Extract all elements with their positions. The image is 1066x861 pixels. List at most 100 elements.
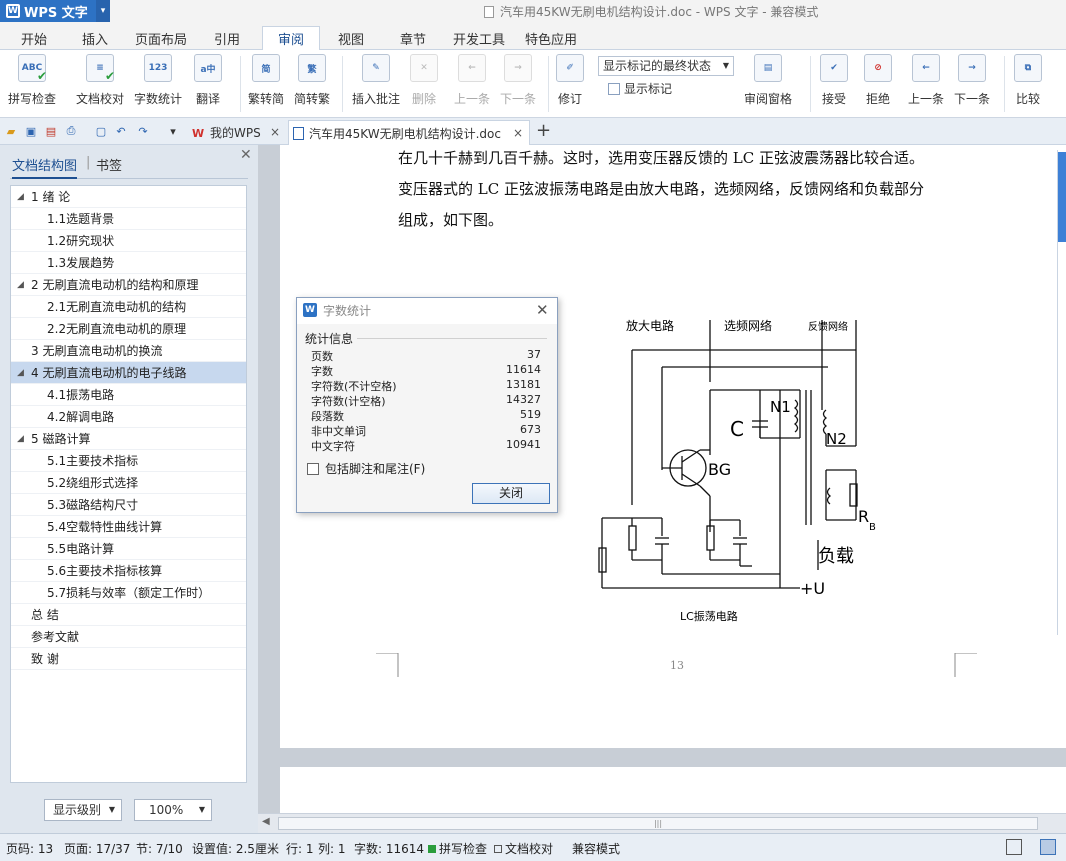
prev-change-button[interactable]: ← 上一条 [908, 54, 944, 107]
nav-item[interactable]: ◢ 2 无刷直流电动机的结构和原理 [11, 274, 246, 296]
tab-insert[interactable]: 插入 [74, 26, 116, 50]
close-icon[interactable]: × [513, 126, 523, 140]
nav-item[interactable]: 5.4空载特性曲线计算 [11, 516, 246, 538]
include-footnotes-checkbox[interactable]: 包括脚注和尾注(F) [307, 460, 425, 477]
scrollbar-thumb[interactable]: ||| [278, 817, 1038, 830]
tab-page-layout[interactable]: 页面布局 [132, 26, 190, 50]
next-comment-button[interactable]: → 下一条 [500, 54, 536, 107]
reject-button[interactable]: ⊘ 拒绝 [864, 54, 892, 107]
tab-developer[interactable]: 开发工具 [450, 26, 508, 50]
status-doc-proofread[interactable]: 文档校对 [494, 840, 553, 857]
simp-to-trad-button[interactable]: 繁 简转繁 [294, 54, 330, 107]
nav-item[interactable]: 1.1选题背景 [11, 208, 246, 230]
trad-to-simp-button[interactable]: 简 繁转简 [248, 54, 284, 107]
expand-triangle-icon[interactable]: ◢ [17, 274, 24, 296]
nav-item[interactable]: 2.2无刷直流电动机的原理 [11, 318, 246, 340]
horizontal-scrollbar[interactable]: ◀ ||| [258, 813, 1066, 833]
save-icon[interactable]: ▣ [24, 124, 38, 138]
wps-icon: W [303, 303, 317, 317]
expand-triangle-icon[interactable]: ◢ [17, 186, 24, 208]
page-view-icon[interactable] [1040, 839, 1056, 855]
accept-button[interactable]: ✔ 接受 [820, 54, 848, 107]
nav-item[interactable]: 5.3磁路结构尺寸 [11, 494, 246, 516]
fullscreen-icon[interactable] [1006, 839, 1022, 855]
preview-icon[interactable]: ▢ [94, 124, 108, 138]
compare-button[interactable]: ⧉ 比较 [1014, 54, 1042, 107]
markup-state-select[interactable]: 显示标记的最终状态 ▼ [598, 56, 734, 76]
tab-chapter[interactable]: 章节 [392, 26, 434, 50]
scrollbar-thumb[interactable] [1058, 152, 1066, 242]
nav-item[interactable]: 致 谢 [11, 648, 246, 670]
checkbox[interactable] [307, 462, 319, 475]
show-markup-button[interactable]: 显示标记 [608, 80, 672, 97]
print-preview-icon[interactable]: ▤ [44, 124, 58, 138]
tab-review[interactable]: 审阅 [262, 26, 320, 50]
nav-item[interactable]: 2.1无刷直流电动机的结构 [11, 296, 246, 318]
tab-my-wps[interactable]: W 我的WPS × [188, 120, 286, 145]
revise-button[interactable]: ✐ 修订 [556, 54, 584, 107]
nav-zoom-select[interactable]: 100% ▼ [134, 799, 212, 821]
nav-item[interactable]: 1.2研究现状 [11, 230, 246, 252]
tab-home[interactable]: 开始 [14, 26, 54, 50]
nav-item[interactable]: 5.1主要技术指标 [11, 450, 246, 472]
nav-item[interactable]: 5.7损耗与效率（额定工作时） [11, 582, 246, 604]
nav-item-label: 3 无刷直流电动机的换流 [31, 344, 163, 358]
print-icon[interactable]: ⎙ [64, 124, 78, 138]
nav-item[interactable]: ◢ 4 无刷直流电动机的电子线路 [11, 362, 246, 384]
nav-item[interactable]: 参考文献 [11, 626, 246, 648]
nav-item[interactable]: ◢ 1 绪 论 [11, 186, 246, 208]
nav-item-label: 5 磁路计算 [31, 432, 91, 446]
review-pane-button[interactable]: ▤ 审阅窗格 [744, 54, 792, 107]
close-icon[interactable]: ✕ [536, 301, 549, 319]
customize-icon[interactable]: ▾ [166, 124, 180, 138]
close-icon[interactable]: × [270, 125, 280, 139]
tab-special[interactable]: 特色应用 [522, 26, 580, 50]
tab-view[interactable]: 视图 [330, 26, 372, 50]
nav-item[interactable]: 5.2绕组形式选择 [11, 472, 246, 494]
status-word-count[interactable]: 字数: 11614 [354, 840, 424, 857]
document-icon [484, 6, 494, 18]
tab-current-document[interactable]: 汽车用45KW无刷电机结构设计.doc × [288, 120, 530, 145]
revise-icon: ✐ [556, 54, 584, 82]
page-corner-mark [376, 653, 399, 677]
open-icon[interactable]: ▰ [4, 124, 18, 138]
status-spell-check[interactable]: 拼写检查 [428, 840, 487, 857]
tab-bookmarks[interactable]: 书签 [96, 155, 122, 174]
nav-item[interactable]: 4.1振荡电路 [11, 384, 246, 406]
spell-check-button[interactable]: ABC ✔ 拼写检查 [8, 54, 56, 107]
undo-icon[interactable]: ↶ [114, 124, 128, 138]
insert-comment-button[interactable]: ✎ 插入批注 [352, 54, 400, 107]
next-change-button[interactable]: → 下一条 [954, 54, 990, 107]
vertical-scrollbar[interactable] [1057, 150, 1066, 635]
translate-button[interactable]: a中 翻译 [194, 54, 222, 107]
redo-icon[interactable]: ↷ [136, 124, 150, 138]
scroll-left-icon[interactable]: ◀ [262, 816, 270, 827]
label-feedback-network: 反馈网络 [808, 320, 848, 333]
close-button[interactable]: 关闭 [472, 483, 550, 504]
nav-item[interactable]: ◢ 5 磁路计算 [11, 428, 246, 450]
dialog-title-bar: W 字数统计 [297, 298, 557, 324]
wps-app-menu[interactable]: W WPS 文字 ▾ [0, 0, 110, 22]
word-count-button[interactable]: 123 字数统计 [134, 54, 182, 107]
delete-comment-button[interactable]: ✕ 删除 [410, 54, 438, 107]
nav-item[interactable]: 5.6主要技术指标核算 [11, 560, 246, 582]
tab-references[interactable]: 引用 [206, 26, 248, 50]
prev-comment-button[interactable]: ← 上一条 [454, 54, 490, 107]
expand-triangle-icon[interactable]: ◢ [17, 362, 24, 384]
nav-item[interactable]: 总 结 [11, 604, 246, 626]
close-icon[interactable]: ✕ [240, 147, 252, 163]
display-level-select[interactable]: 显示级别 ▼ [44, 799, 122, 821]
nav-item[interactable]: 1.3发展趋势 [11, 252, 246, 274]
tab-document-map[interactable]: 文档结构图 [12, 155, 78, 179]
nav-item[interactable]: 5.5电路计算 [11, 538, 246, 560]
chevron-down-icon[interactable]: ▾ [96, 0, 110, 22]
nav-item[interactable]: 3 无刷直流电动机的换流 [11, 340, 246, 362]
document-page-next[interactable] [280, 767, 1066, 813]
label-n2: N2 [826, 430, 847, 448]
nav-item[interactable]: 4.2解调电路 [11, 406, 246, 428]
nav-item-label: 4.2解调电路 [47, 410, 115, 424]
doc-proofread-button[interactable]: ≡ ✔ 文档校对 [76, 54, 124, 107]
paragraph-line: 组成，如下图。 [398, 211, 504, 229]
new-tab-icon[interactable]: + [536, 120, 551, 141]
expand-triangle-icon[interactable]: ◢ [17, 428, 24, 450]
